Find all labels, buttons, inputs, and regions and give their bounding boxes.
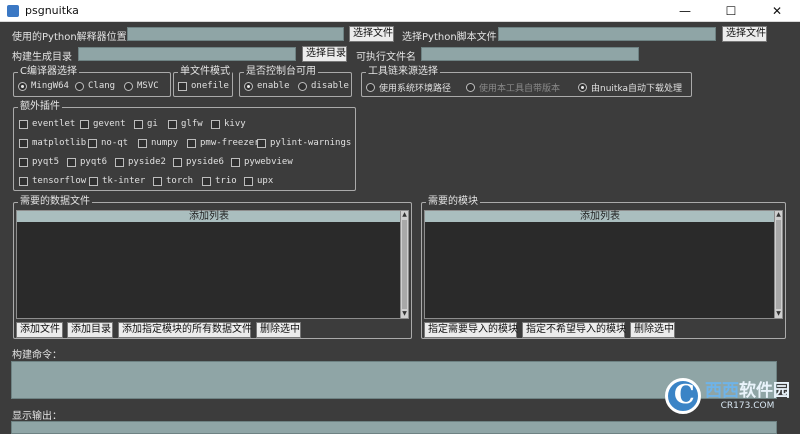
scroll-up-icon[interactable]: ▲: [775, 211, 782, 219]
exe-name-label: 可执行文件名: [356, 52, 416, 63]
plugins-group-title: 额外插件: [18, 101, 62, 113]
python-path-label: 使用的Python解释器位置: [12, 32, 127, 43]
datafiles-group-title: 需要的数据文件: [18, 196, 92, 208]
plugins-group: 额外插件 eventlet gevent gi glfw kivy matplo…: [13, 101, 356, 191]
compiler-clang-radio[interactable]: Clang: [75, 81, 115, 91]
plugin-pyqt6[interactable]: pyqt6: [67, 157, 107, 167]
script-file-field[interactable]: [498, 27, 716, 41]
plugin-glfw[interactable]: glfw: [168, 119, 203, 129]
plugin-pylint-warnings[interactable]: pylint-warnings: [257, 138, 351, 148]
compiler-msvc-radio[interactable]: MSVC: [124, 81, 159, 91]
datafiles-group: 需要的数据文件 添加列表 ▲ ▼ 添加文件 添加目录 添加指定模块的所有数据文件…: [13, 196, 412, 339]
script-file-label: 选择Python脚本文件: [402, 32, 497, 43]
radio-indicator: [578, 83, 587, 92]
modules-group: 需要的模块 添加列表 ▲ ▼ 指定需要导入的模块 指定不希望导入的模块 删除选中: [421, 196, 786, 339]
scroll-down-icon[interactable]: ▼: [775, 310, 782, 318]
console-disable-radio[interactable]: disable: [298, 81, 349, 91]
plugin-pywebview[interactable]: pywebview: [231, 157, 293, 167]
output-dir-label: 构建生成目录: [12, 52, 72, 63]
plugin-pyside6[interactable]: pyside6: [173, 157, 224, 167]
modules-list[interactable]: 添加列表 ▲ ▼: [424, 210, 783, 319]
console-group: 是否控制台可用 enable disable: [239, 66, 352, 97]
toolchain-group-title: 工具链来源选择: [366, 66, 440, 78]
plugin-gi[interactable]: gi: [134, 119, 158, 129]
onefile-group: 单文件模式 onefile: [173, 66, 233, 97]
plugin-no-qt[interactable]: no-qt: [88, 138, 128, 148]
radio-indicator: [366, 83, 375, 92]
add-dir-button[interactable]: 添加目录: [67, 322, 113, 338]
toolchain-group: 工具链来源选择 使用系统环境路径 使用本工具自带版本 由nuitka自动下载处理: [361, 66, 692, 97]
plugin-matplotlib[interactable]: matplotlib: [19, 138, 86, 148]
datafiles-list[interactable]: 添加列表 ▲ ▼: [16, 210, 409, 319]
radio-indicator: [244, 81, 253, 91]
choose-script-button[interactable]: 选择文件: [722, 26, 767, 42]
modules-group-title: 需要的模块: [426, 196, 480, 208]
plugin-torch[interactable]: torch: [153, 176, 193, 186]
toolchain-nuitka-radio[interactable]: 由nuitka自动下载处理: [578, 81, 682, 94]
output-field[interactable]: [11, 421, 777, 434]
exclude-module-button[interactable]: 指定不希望导入的模块: [522, 322, 626, 338]
radio-indicator: [298, 81, 307, 91]
minimize-button[interactable]: —: [662, 0, 708, 22]
radio-indicator: [124, 81, 133, 91]
plugin-pyside2[interactable]: pyside2: [115, 157, 166, 167]
plugin-upx[interactable]: upx: [244, 176, 273, 186]
datafiles-list-header: 添加列表: [17, 211, 401, 222]
scroll-up-icon[interactable]: ▲: [401, 211, 408, 219]
python-path-field[interactable]: [127, 27, 344, 41]
plugin-pmw-freezer[interactable]: pmw-freezer: [187, 138, 260, 148]
output-dir-field[interactable]: [78, 47, 296, 61]
compiler-mingw64-radio[interactable]: MingW64: [18, 81, 69, 91]
compiler-group-title: C编译器选择: [18, 66, 79, 78]
exe-name-field[interactable]: [421, 47, 639, 61]
maximize-button[interactable]: ☐: [708, 0, 754, 22]
modules-scrollbar[interactable]: ▲ ▼: [774, 211, 782, 318]
choose-dir-button[interactable]: 选择目录: [302, 46, 347, 62]
window-title: psgnuitka: [25, 4, 79, 17]
onefile-group-title: 单文件模式: [178, 66, 232, 78]
build-command-field[interactable]: [11, 361, 777, 399]
scroll-down-icon[interactable]: ▼: [401, 310, 408, 318]
delete-selected-data-button[interactable]: 删除选中: [256, 322, 301, 338]
checkbox-box: [178, 81, 187, 91]
radio-indicator: [466, 83, 475, 92]
build-command-label: 构建命令：: [12, 350, 62, 361]
include-module-button[interactable]: 指定需要导入的模块: [424, 322, 518, 338]
plugin-kivy[interactable]: kivy: [211, 119, 246, 129]
modules-list-header: 添加列表: [425, 211, 775, 222]
watermark: C 西西软件园 CR173.COM: [665, 378, 790, 414]
scroll-thumb[interactable]: [776, 220, 781, 309]
plugin-pyqt5[interactable]: pyqt5: [19, 157, 59, 167]
add-file-button[interactable]: 添加文件: [16, 322, 63, 338]
console-group-title: 是否控制台可用: [244, 66, 318, 78]
onefile-checkbox[interactable]: onefile: [178, 81, 229, 91]
plugin-numpy[interactable]: numpy: [138, 138, 178, 148]
output-label: 显示输出：: [12, 411, 62, 422]
delete-selected-module-button[interactable]: 删除选中: [630, 322, 675, 338]
toolchain-system-radio[interactable]: 使用系统环境路径: [366, 81, 451, 94]
radio-indicator: [75, 81, 84, 91]
app-icon: [7, 5, 19, 17]
compiler-group: C编译器选择 MingW64 Clang MSVC: [13, 66, 171, 97]
plugin-trio[interactable]: trio: [202, 176, 237, 186]
title-bar: psgnuitka — ☐ ✕: [0, 0, 800, 22]
choose-python-button[interactable]: 选择文件: [349, 26, 394, 42]
radio-indicator: [18, 81, 27, 91]
datafiles-scrollbar[interactable]: ▲ ▼: [400, 211, 408, 318]
plugin-gevent[interactable]: gevent: [80, 119, 126, 129]
console-enable-radio[interactable]: enable: [244, 81, 290, 91]
add-module-data-button[interactable]: 添加指定模块的所有数据文件: [118, 322, 252, 338]
close-button[interactable]: ✕: [754, 0, 800, 22]
watermark-logo: C: [665, 378, 701, 414]
plugin-tk-inter[interactable]: tk-inter: [89, 176, 145, 186]
scroll-thumb[interactable]: [402, 220, 407, 309]
plugin-tensorflow[interactable]: tensorflow: [19, 176, 86, 186]
toolchain-bundled-radio: 使用本工具自带版本: [466, 81, 560, 94]
plugin-eventlet[interactable]: eventlet: [19, 119, 75, 129]
